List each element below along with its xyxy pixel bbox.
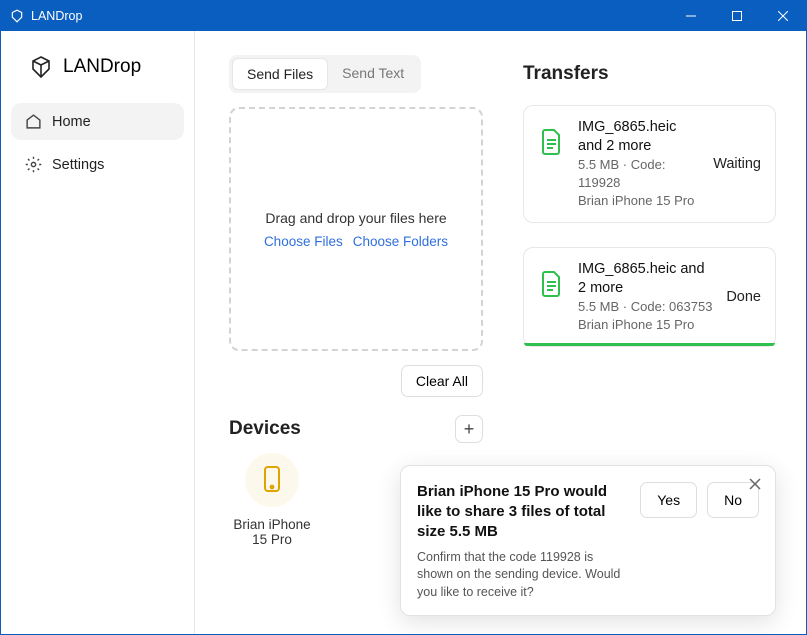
sidebar: LANDrop Home Settings xyxy=(1,31,195,634)
send-tabs: Send Files Send Text xyxy=(229,55,421,93)
transfer-item[interactable]: IMG_6865.heic and 2 more 5.5 MB · Code: … xyxy=(523,105,776,223)
transfer-meta: 5.5 MB · Code: 119928 xyxy=(578,156,701,192)
app-icon xyxy=(9,8,25,24)
transfer-title: IMG_6865.heic and 2 more xyxy=(578,260,714,298)
nav-label: Home xyxy=(52,114,91,130)
device-item[interactable]: Brian iPhone 15 Pro xyxy=(229,453,315,547)
transfer-status: Waiting xyxy=(713,156,761,172)
choose-files-link[interactable]: Choose Files xyxy=(264,234,343,249)
home-icon xyxy=(25,113,42,130)
main: Send Files Send Text Drag and drop your … xyxy=(195,31,806,634)
transfer-meta: 5.5 MB · Code: 063753 xyxy=(578,298,714,316)
nav-settings[interactable]: Settings xyxy=(11,146,184,183)
brand-icon xyxy=(29,55,53,79)
tab-send-text[interactable]: Send Text xyxy=(328,58,418,90)
choose-folders-link[interactable]: Choose Folders xyxy=(353,234,448,249)
close-button[interactable] xyxy=(760,1,806,31)
transfers-heading: Transfers xyxy=(523,63,776,85)
transfer-title: IMG_6865.heic and 2 more xyxy=(578,118,701,156)
nav-label: Settings xyxy=(52,157,104,173)
dropzone-headline: Drag and drop your files here xyxy=(265,210,446,226)
dialog-description: Confirm that the code 119928 is shown on… xyxy=(417,549,628,602)
window-title: LANDrop xyxy=(31,9,82,23)
dropzone[interactable]: Drag and drop your files here Choose Fil… xyxy=(229,107,483,351)
transfer-progress xyxy=(524,219,775,222)
transfer-from: Brian iPhone 15 Pro xyxy=(578,192,701,210)
titlebar: LANDrop xyxy=(1,1,806,31)
maximize-button[interactable] xyxy=(714,1,760,31)
transfer-progress xyxy=(524,343,775,346)
tab-send-files[interactable]: Send Files xyxy=(232,58,328,90)
transfer-status: Done xyxy=(726,289,761,305)
gear-icon xyxy=(25,156,42,173)
device-name: Brian iPhone 15 Pro xyxy=(229,517,315,547)
receive-confirm-dialog: Brian iPhone 15 Pro would like to share … xyxy=(400,465,776,616)
brand: LANDrop xyxy=(1,51,194,103)
transfer-from: Brian iPhone 15 Pro xyxy=(578,316,714,334)
minimize-button[interactable] xyxy=(668,1,714,31)
file-icon xyxy=(538,270,566,298)
yes-button[interactable]: Yes xyxy=(640,482,697,518)
file-icon xyxy=(538,128,566,156)
clear-all-button[interactable]: Clear All xyxy=(401,365,483,397)
devices-heading: Devices xyxy=(229,418,301,440)
brand-label: LANDrop xyxy=(63,56,141,78)
nav-home[interactable]: Home xyxy=(11,103,184,140)
add-device-button[interactable]: + xyxy=(455,415,483,443)
dialog-close-button[interactable] xyxy=(745,474,765,494)
dialog-title: Brian iPhone 15 Pro would like to share … xyxy=(417,482,628,543)
transfer-item[interactable]: IMG_6865.heic and 2 more 5.5 MB · Code: … xyxy=(523,247,776,347)
phone-icon xyxy=(262,465,282,496)
